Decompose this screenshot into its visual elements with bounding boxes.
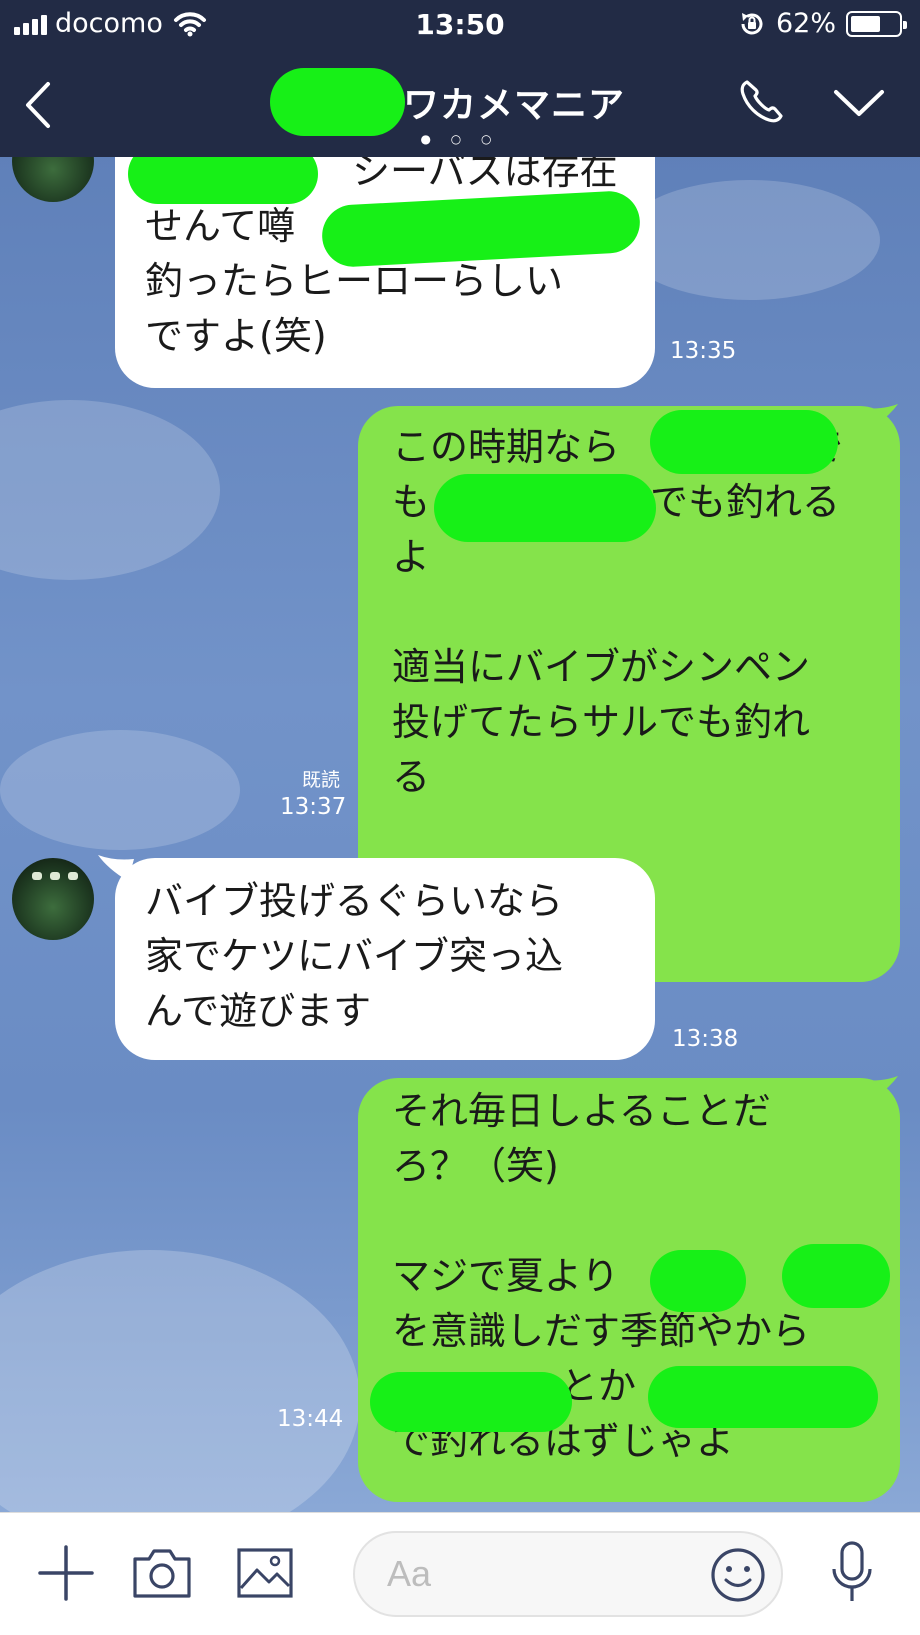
message-fragment: でも釣れる [650, 480, 841, 524]
message-line: 適当にバイブがシンペン [392, 645, 811, 689]
camera-icon[interactable] [132, 1547, 192, 1599]
status-right: 62% [738, 8, 907, 39]
read-receipt: 既読 [302, 769, 341, 791]
message-line: 投げてたらサルでも釣れ [392, 700, 811, 744]
phone-icon[interactable] [735, 76, 787, 128]
message-time: 13:38 [672, 1026, 739, 1052]
status-bar: docomo 13:50 62% [0, 0, 920, 50]
message-line: を意識しだす季節やから [392, 1309, 811, 1353]
chat-header: docomo 13:50 62% ワカメマニア ● ○ ○ [0, 0, 920, 157]
message-fragment: も [392, 480, 431, 524]
message-line: 家でケツにバイブ突っ込 [145, 934, 564, 978]
message-line: それ毎日しよることだ [392, 1089, 771, 1133]
battery-icon [846, 10, 907, 37]
message-line: ろ？（笑) [392, 1144, 559, 1188]
redaction-mark [650, 410, 838, 474]
message-time: 13:44 [277, 1406, 344, 1432]
page-indicator: ● ○ ○ [420, 132, 500, 146]
message-time: 13:35 [670, 338, 737, 364]
message-line: ですよ(笑) [145, 314, 327, 358]
message-time: 13:37 [280, 794, 347, 820]
emoji-icon[interactable] [710, 1547, 766, 1603]
plus-icon[interactable] [36, 1543, 96, 1603]
background-cloud [0, 1250, 360, 1512]
rotation-lock-icon [741, 12, 763, 34]
message-gap [392, 1194, 900, 1249]
background-cloud [620, 180, 880, 300]
redaction-mark [648, 1366, 878, 1428]
battery-level [851, 15, 880, 32]
microphone-icon[interactable] [830, 1541, 874, 1605]
image-icon[interactable] [237, 1548, 293, 1598]
background-cloud [0, 400, 220, 580]
battery-percent: 62% [775, 8, 836, 39]
redaction-mark [782, 1244, 890, 1308]
message-list[interactable]: シーバスは存在 せんて噂 釣ったらヒーローらしい ですよ(笑) 13:35 この… [0, 150, 920, 1512]
chevron-down-icon[interactable] [832, 82, 886, 122]
incoming-message[interactable]: バイブ投げるぐらいなら 家でケツにバイブ突っ込 んで遊びます [115, 858, 655, 1060]
chat-title: ワカメマニア [403, 85, 626, 126]
chat-title-group[interactable]: ワカメマニア [270, 68, 626, 136]
redaction-mark [370, 1372, 572, 1432]
title-redaction [270, 68, 405, 136]
background-cloud [0, 730, 240, 850]
contact-avatar[interactable] [12, 150, 94, 202]
message-fragment: この時期なら [392, 425, 621, 469]
redaction-mark [434, 474, 656, 542]
message-line: んで遊びます [145, 989, 372, 1033]
message-gap [392, 585, 900, 640]
input-bar: Aa [0, 1512, 920, 1635]
message-line: る [392, 755, 431, 799]
message-fragment: マジで夏より [392, 1254, 620, 1298]
contact-avatar[interactable] [12, 858, 94, 940]
message-line: バイブ投げるぐらいなら [145, 879, 564, 923]
redaction-mark [650, 1250, 746, 1312]
chevron-left-icon[interactable] [18, 78, 58, 132]
redaction-mark [128, 150, 318, 204]
nav-bar: ワカメマニア ● ○ ○ [0, 60, 920, 150]
